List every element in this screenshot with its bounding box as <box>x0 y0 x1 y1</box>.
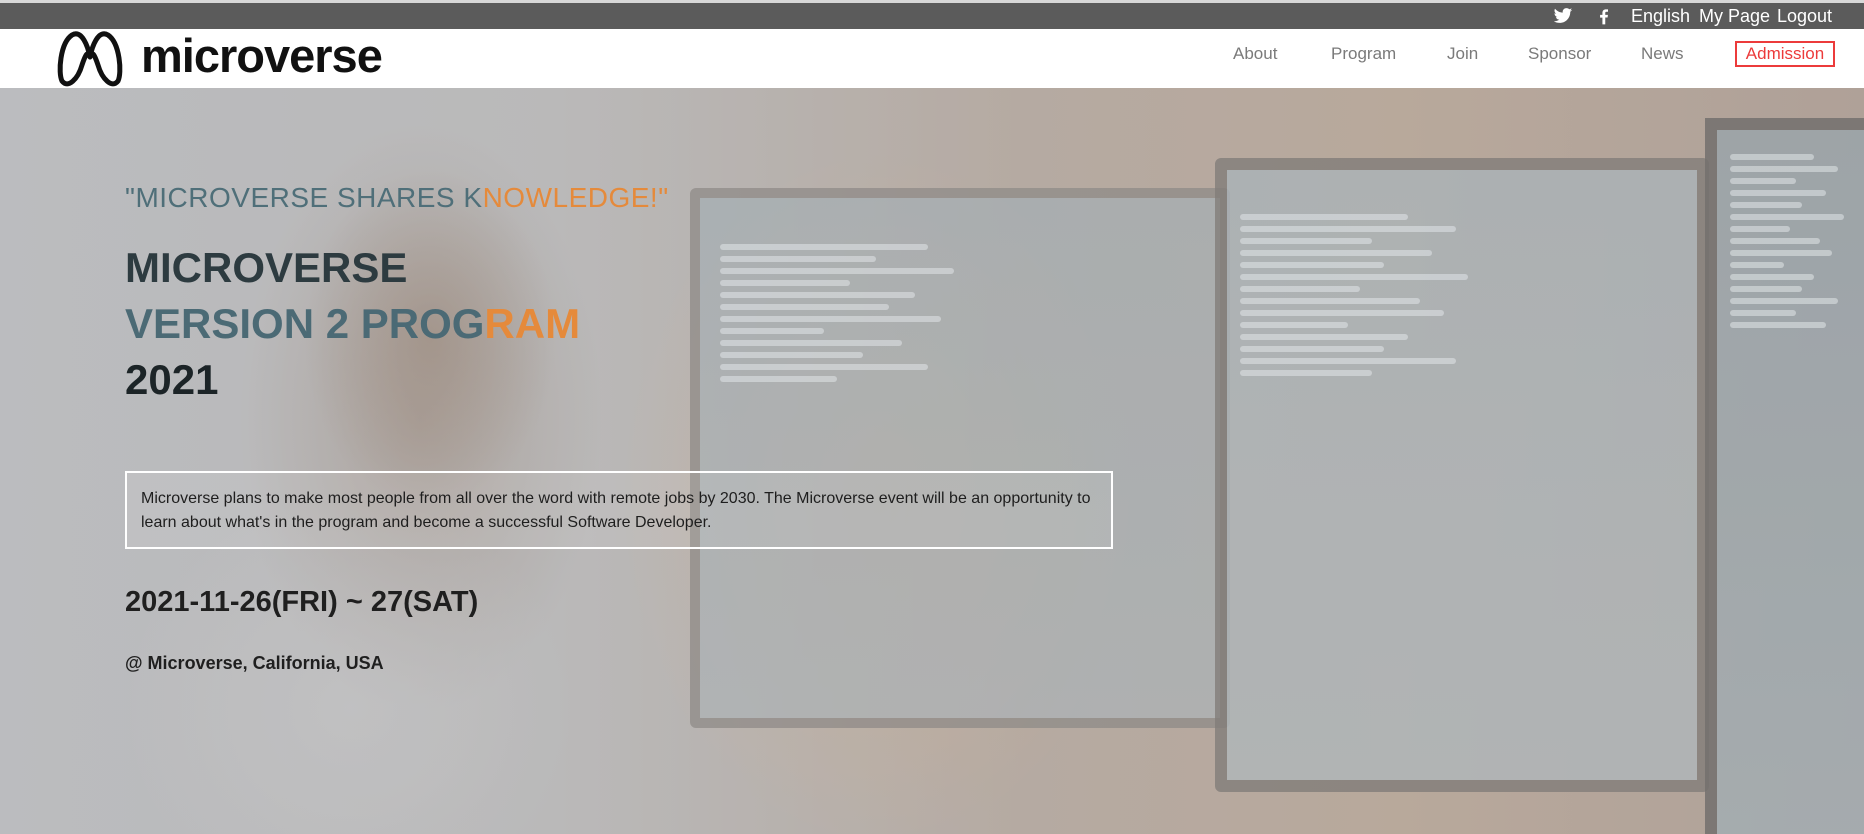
event-date: 2021-11-26(FRI) ~ 27(SAT) <box>125 586 479 618</box>
admission-button[interactable]: Admission <box>1735 41 1835 67</box>
nav-program[interactable]: Program <box>1331 43 1396 65</box>
hero-title-line2-main: VERSION 2 PROG <box>125 300 485 347</box>
hero-tagline-main: "MICROVERSE SHARES K <box>125 182 483 213</box>
logo-wordmark[interactable]: microverse <box>141 31 383 81</box>
page: English My Page Logout microverse About … <box>0 0 1864 834</box>
facebook-icon[interactable] <box>1594 6 1614 26</box>
hero-tagline: "MICROVERSE SHARES KNOWLEDGE!" <box>125 182 669 214</box>
logout-link[interactable]: Logout <box>1777 6 1832 26</box>
hero-title-line1: MICROVERSE <box>125 244 408 291</box>
nav-news[interactable]: News <box>1641 43 1684 65</box>
hero-title-line2-highlight: RAM <box>484 300 581 347</box>
my-page-link[interactable]: My Page <box>1699 6 1770 26</box>
hero-section: "MICROVERSE SHARES KNOWLEDGE!" MICROVERS… <box>0 88 1864 834</box>
nav-about[interactable]: About <box>1233 43 1277 65</box>
hero-title-year: 2021 <box>125 356 219 403</box>
nav-sponsor[interactable]: Sponsor <box>1528 43 1591 65</box>
top-utility-bar: English My Page Logout <box>0 0 1864 29</box>
hero-tagline-highlight: NOWLEDGE!" <box>482 182 669 213</box>
main-header: microverse About Program Join Sponsor Ne… <box>0 29 1864 88</box>
microverse-logo-icon[interactable] <box>54 29 126 87</box>
nav-join[interactable]: Join <box>1447 43 1478 65</box>
hero-title-line2: VERSION 2 PROGRAM <box>125 296 580 352</box>
hero-title: MICROVERSE VERSION 2 PROGRAM 2021 <box>125 240 580 408</box>
hero-description-box: Microverse plans to make most people fro… <box>125 471 1113 549</box>
twitter-icon[interactable] <box>1552 6 1574 26</box>
event-location: @ Microverse, California, USA <box>125 653 384 673</box>
language-selector[interactable]: English <box>1631 6 1690 26</box>
